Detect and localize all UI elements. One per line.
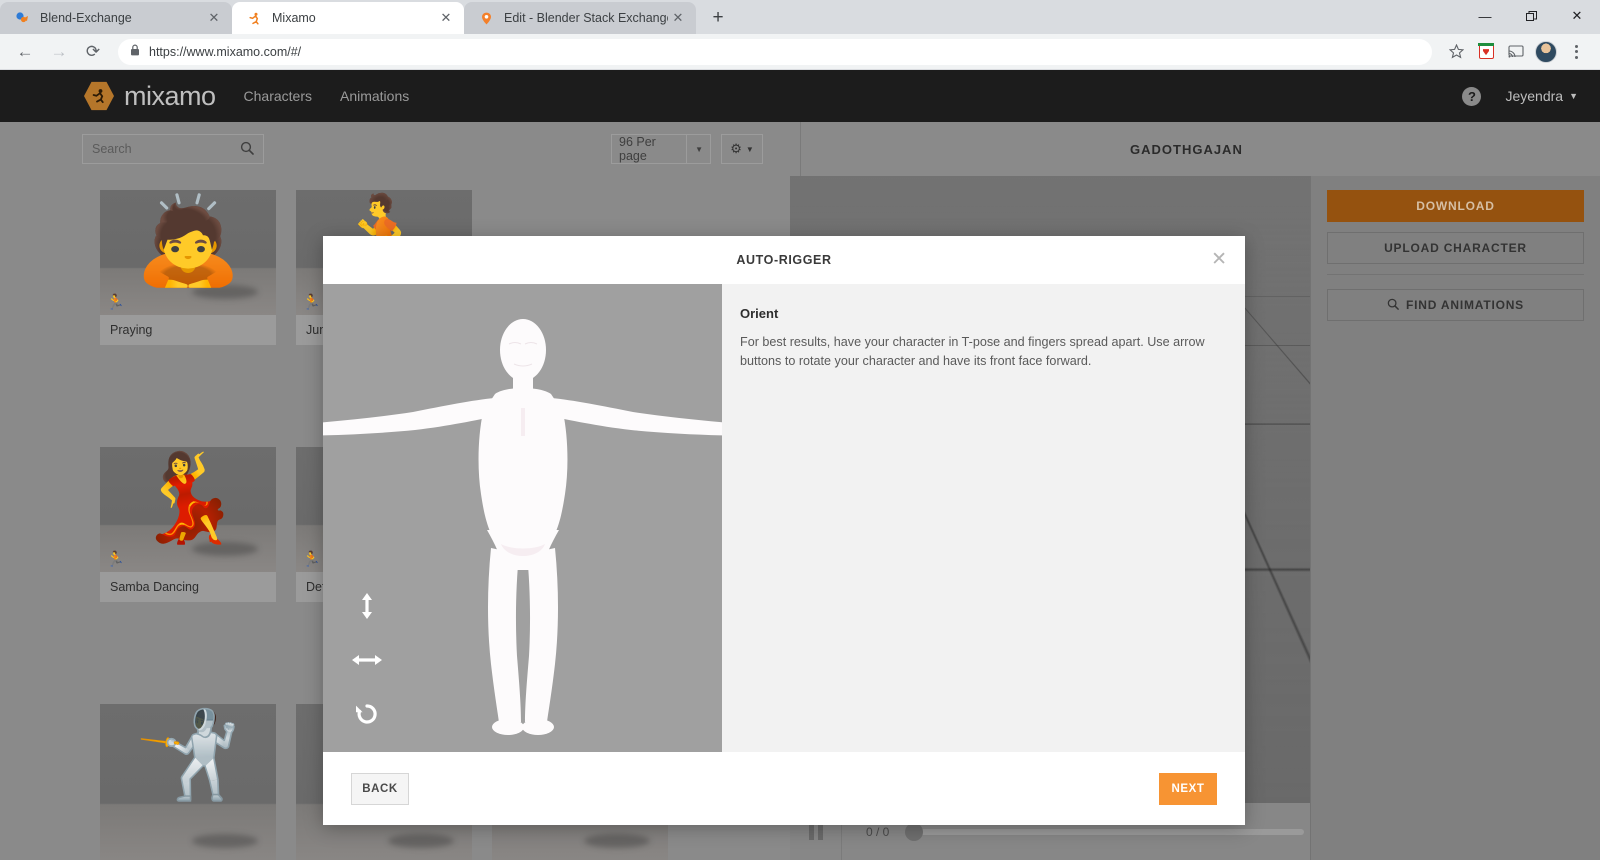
instruction-text: For best results, have your character in…: [740, 335, 1205, 368]
maximize-icon[interactable]: [1508, 0, 1554, 32]
rotate-reset-icon[interactable]: [350, 698, 384, 730]
new-tab-button[interactable]: +: [704, 4, 732, 32]
browser-tab-0[interactable]: Blend-Exchange ✕: [0, 2, 232, 34]
browser-tab-2[interactable]: Edit - Blender Stack Exchange ✕: [464, 2, 696, 34]
blender-icon: [14, 10, 30, 26]
minimize-icon[interactable]: —: [1462, 0, 1508, 32]
stackexchange-pin-icon: [478, 10, 494, 26]
mixamo-runner-icon: [246, 10, 262, 26]
rig-preview-canvas[interactable]: [323, 284, 723, 752]
close-icon[interactable]: ✕: [1211, 250, 1227, 269]
extension-shield-icon[interactable]: [1472, 38, 1500, 66]
modal-header: AUTO-RIGGER ✕: [323, 236, 1245, 284]
instruction-heading: Orient: [740, 306, 779, 321]
close-icon[interactable]: ✕: [204, 8, 224, 28]
chrome-menu-icon[interactable]: [1562, 38, 1590, 66]
auto-rigger-modal: AUTO-RIGGER ✕ Orient For best results, h…: [323, 236, 1245, 825]
instruction-panel: Orient For best results, have your chara…: [722, 284, 1245, 752]
browser-tab-title: Mixamo: [272, 11, 316, 25]
cast-icon[interactable]: [1502, 38, 1530, 66]
back-icon[interactable]: ←: [10, 37, 40, 67]
forward-icon[interactable]: →: [44, 37, 74, 67]
window-controls: — ✕: [1462, 0, 1600, 32]
rotate-vertical-icon[interactable]: [350, 590, 384, 622]
modal-body: Orient For best results, have your chara…: [323, 284, 1245, 752]
browser-tab-title: Blend-Exchange: [40, 11, 132, 25]
back-button[interactable]: BACK: [351, 772, 409, 805]
reload-icon[interactable]: ⟳: [78, 37, 108, 67]
mixamo-page: mixamo Characters Animations ? Jeyendra …: [0, 70, 1600, 860]
browser-toolbar: ← → ⟳ https://www.mixamo.com/#/: [0, 34, 1600, 70]
address-bar[interactable]: https://www.mixamo.com/#/: [118, 38, 1432, 65]
profile-avatar[interactable]: [1532, 38, 1560, 66]
rotate-controls: [350, 590, 384, 730]
address-bar-url: https://www.mixamo.com/#/: [149, 44, 302, 59]
bookmark-star-icon[interactable]: [1442, 38, 1470, 66]
browser-tab-title: Edit - Blender Stack Exchange: [504, 11, 668, 25]
browser-tab-1[interactable]: Mixamo ✕: [232, 2, 464, 34]
close-icon[interactable]: ✕: [668, 8, 688, 28]
lock-icon: [130, 44, 140, 59]
rotate-horizontal-icon[interactable]: [350, 644, 384, 676]
modal-title: AUTO-RIGGER: [736, 253, 832, 267]
browser-tab-strip: Blend-Exchange ✕ Mixamo ✕ Edit - Blender…: [0, 0, 1600, 34]
close-window-icon[interactable]: ✕: [1554, 0, 1600, 32]
close-icon[interactable]: ✕: [436, 8, 456, 28]
next-button[interactable]: NEXT: [1159, 772, 1217, 805]
modal-footer: BACK NEXT: [323, 752, 1245, 825]
